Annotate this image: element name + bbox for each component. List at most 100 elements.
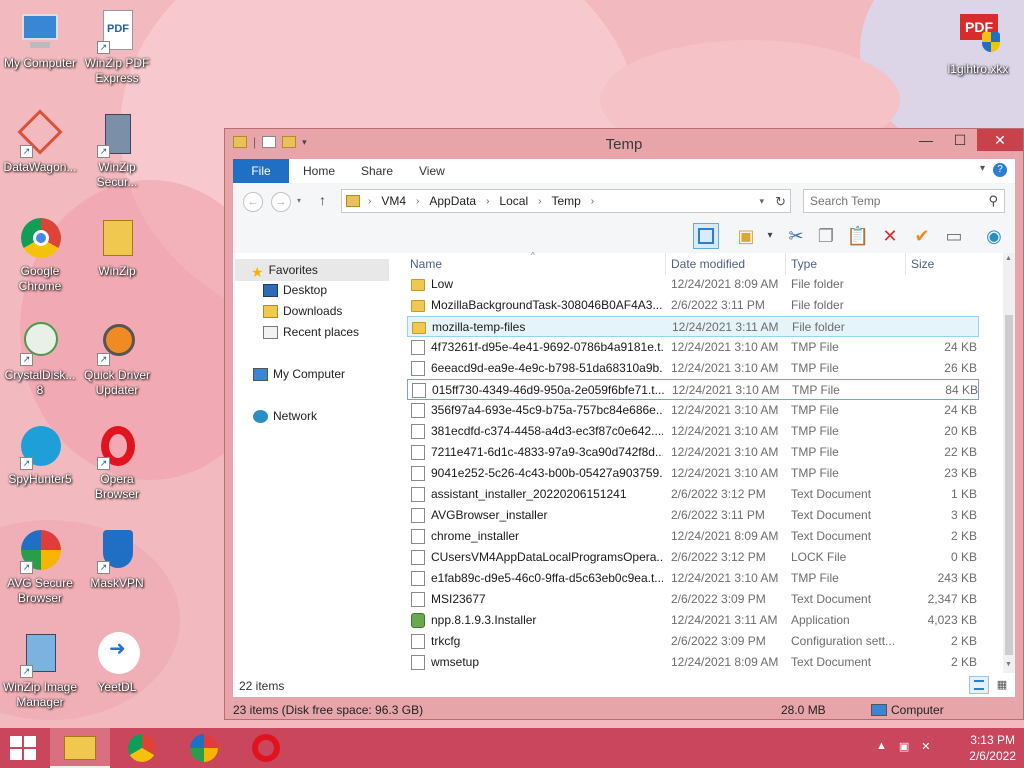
desktop-icon-winzip-pdf-express[interactable]: PDF ↗ WinZip PDF Express bbox=[77, 8, 157, 86]
table-row[interactable]: 9041e252-5c26-4c43-b00b-05427a903759....… bbox=[407, 463, 979, 484]
table-row[interactable]: MozillaBackgroundTask-308046B0AF4A3... 2/… bbox=[407, 295, 979, 316]
desktop-icon-yeetdl[interactable]: ➜ YeetDL bbox=[77, 632, 157, 695]
start-button[interactable] bbox=[10, 736, 36, 760]
sidebar-item-recent-places[interactable]: Recent places bbox=[263, 325, 359, 339]
chevron-right-icon[interactable]: › bbox=[591, 194, 594, 208]
table-row[interactable]: 4f73261f-d95e-4e41-9692-0786b4a9181e.t..… bbox=[407, 337, 979, 358]
desktop-icon-google-chrome[interactable]: Google Chrome bbox=[0, 216, 80, 294]
checkmark-icon[interactable]: ✔ bbox=[909, 223, 935, 249]
search-input[interactable] bbox=[804, 190, 980, 212]
desktop-icon-avg-secure-browser[interactable]: ↗ AVG Secure Browser bbox=[0, 528, 80, 606]
column-header-size[interactable]: Size bbox=[911, 257, 934, 271]
table-row[interactable]: assistant_installer_20220206151241 2/6/20… bbox=[407, 484, 979, 505]
network-status-icon[interactable]: ▣ bbox=[899, 740, 909, 753]
table-row[interactable]: e1fab89c-d9e5-46c0-9ffa-d5c63eb0c9ea.t..… bbox=[407, 568, 979, 589]
table-row[interactable]: npp.8.1.9.3.Installer 12/24/2021 3:11 AM A… bbox=[407, 610, 979, 631]
table-row[interactable]: trkcfg 2/6/2022 3:09 PM Configuration sett… bbox=[407, 631, 979, 652]
column-header-name[interactable]: Name bbox=[410, 257, 442, 271]
close-button[interactable]: ✕ bbox=[977, 129, 1023, 151]
breadcrumb-item[interactable]: AppData bbox=[429, 194, 476, 208]
breadcrumb-item[interactable]: Temp bbox=[551, 194, 580, 208]
desktop-icon-maskvpn[interactable]: ↗ MaskVPN bbox=[77, 528, 157, 591]
search-box[interactable]: ⚲ bbox=[803, 189, 1005, 213]
taskbar-opera[interactable] bbox=[236, 728, 296, 768]
table-row[interactable]: 356f97a4-693e-45c9-b75a-757bc84e686e....… bbox=[407, 400, 979, 421]
column-divider[interactable] bbox=[905, 253, 906, 275]
sidebar-item-my-computer[interactable]: My Computer bbox=[253, 367, 345, 381]
chevron-right-icon[interactable]: › bbox=[368, 194, 371, 208]
taskbar-chrome[interactable] bbox=[112, 728, 172, 768]
chevron-down-icon[interactable]: ▾ bbox=[757, 223, 783, 249]
window-titlebar[interactable]: | ▾ Temp — ☐ ✕ bbox=[225, 129, 1023, 159]
table-row[interactable]: chrome_installer 12/24/2021 8:09 AM Text D… bbox=[407, 526, 979, 547]
table-row[interactable]: 381ecdfd-c374-4458-a4d3-ec3f87c0e642....… bbox=[407, 421, 979, 442]
details-view-button[interactable] bbox=[969, 676, 989, 694]
sidebar-item-favorites[interactable]: ★ Favorites bbox=[235, 259, 389, 281]
sidebar-item-downloads[interactable]: Downloads bbox=[263, 304, 342, 318]
desktop-icon-winzip-secure[interactable]: ↗ WinZip Secur... bbox=[77, 112, 157, 190]
recent-locations-icon[interactable]: ▾ bbox=[297, 196, 301, 205]
desktop-icon-l1gihtro[interactable]: PDF l1gihtro.xkx bbox=[938, 14, 1018, 77]
chevron-right-icon[interactable]: › bbox=[538, 194, 541, 208]
desktop-icon-winzip[interactable]: WinZip bbox=[77, 216, 157, 279]
address-bar[interactable]: › VM4 › AppData › Local › Temp › ▾ ↻ bbox=[341, 189, 791, 213]
breadcrumb-item[interactable]: Local bbox=[499, 194, 528, 208]
preview-pane-icon[interactable] bbox=[693, 223, 719, 249]
table-row[interactable]: AVGBrowser_installer 2/6/2022 3:11 PM Text… bbox=[407, 505, 979, 526]
table-row[interactable]: 6eeacd9d-ea9e-4e9c-b798-51da68310a9b... 1… bbox=[407, 358, 979, 379]
taskbar-file-explorer[interactable] bbox=[50, 728, 110, 768]
back-button[interactable]: ← bbox=[243, 192, 263, 212]
volume-muted-icon[interactable]: ✕ bbox=[921, 740, 930, 753]
table-row[interactable]: 015ff730-4349-46d9-950a-2e059f6bfe71.t..… bbox=[407, 379, 979, 400]
desktop-icon-quick-driver-updater[interactable]: ↗ Quick Driver Updater bbox=[77, 320, 157, 398]
rename-icon[interactable]: ▭ bbox=[941, 223, 967, 249]
refresh-icon[interactable]: ↻ bbox=[775, 194, 786, 210]
search-icon[interactable]: ⚲ bbox=[988, 193, 998, 209]
scroll-up-icon[interactable]: ▲ bbox=[1005, 255, 1012, 262]
vertical-scrollbar[interactable]: ▲ ▼ bbox=[1003, 253, 1015, 673]
cut-icon[interactable]: ✂ bbox=[783, 223, 809, 249]
tab-home[interactable]: Home bbox=[303, 159, 335, 183]
taskbar-avg-browser[interactable] bbox=[174, 728, 234, 768]
table-row[interactable]: MSI23677 2/6/2022 3:09 PM Text Document 2,3… bbox=[407, 589, 979, 610]
column-divider[interactable] bbox=[785, 253, 786, 275]
chevron-up-icon[interactable]: ▲ bbox=[876, 740, 887, 753]
scrollbar-thumb[interactable] bbox=[1005, 315, 1013, 655]
large-icons-view-button[interactable]: ▦ bbox=[993, 676, 1011, 694]
folder-options-icon[interactable]: ▣ bbox=[733, 223, 759, 249]
sidebar-item-desktop[interactable]: Desktop bbox=[263, 283, 327, 297]
breadcrumb-item[interactable]: VM4 bbox=[381, 194, 406, 208]
table-row[interactable]: Low 12/24/2021 8:09 AM File folder bbox=[407, 274, 979, 295]
column-header-type[interactable]: Type bbox=[791, 257, 817, 271]
maximize-button[interactable]: ☐ bbox=[943, 129, 977, 151]
delete-icon[interactable]: ✕ bbox=[877, 223, 903, 249]
desktop-icon-my-computer[interactable]: My Computer bbox=[0, 8, 80, 71]
sidebar-item-network[interactable]: Network bbox=[253, 409, 317, 423]
table-row[interactable]: 7211e471-6d1c-4833-97a9-3ca90d742f8d....… bbox=[407, 442, 979, 463]
chevron-right-icon[interactable]: › bbox=[486, 194, 489, 208]
globe-icon[interactable]: ◉ bbox=[981, 223, 1007, 249]
table-row[interactable]: CUsersVM4AppDataLocalProgramsOpera... 2/6… bbox=[407, 547, 979, 568]
desktop-icon-opera-browser[interactable]: ↗ Opera Browser bbox=[77, 424, 157, 502]
table-row[interactable]: wmsetup 12/24/2021 8:09 AM Text Document 2 … bbox=[407, 652, 979, 673]
column-header-date[interactable]: Date modified bbox=[671, 257, 745, 271]
expand-ribbon-icon[interactable]: ▾ bbox=[980, 163, 985, 174]
chevron-right-icon[interactable]: › bbox=[416, 194, 419, 208]
copy-icon[interactable]: ❐ bbox=[813, 223, 839, 249]
minimize-button[interactable]: — bbox=[909, 129, 943, 151]
help-button[interactable]: ? bbox=[993, 163, 1007, 177]
table-row[interactable]: mozilla-temp-files 12/24/2021 3:11 AM File… bbox=[407, 316, 979, 337]
up-button[interactable]: ↑ bbox=[319, 192, 326, 208]
desktop-icon-winzip-image-manager[interactable]: ↗ WinZip Image Manager bbox=[0, 632, 80, 710]
column-divider[interactable] bbox=[665, 253, 666, 275]
desktop-icon-datawagon[interactable]: ↗ DataWagon... bbox=[0, 109, 80, 175]
tab-view[interactable]: View bbox=[419, 159, 445, 183]
desktop-icon-crystaldisk[interactable]: ↗ CrystalDisk... 8 bbox=[0, 320, 80, 398]
tab-share[interactable]: Share bbox=[361, 159, 393, 183]
address-dropdown-icon[interactable]: ▾ bbox=[759, 196, 764, 207]
scroll-down-icon[interactable]: ▼ bbox=[1005, 661, 1012, 668]
tab-file[interactable]: File bbox=[233, 159, 289, 183]
paste-icon[interactable]: 📋 bbox=[845, 223, 871, 249]
forward-button[interactable]: → bbox=[271, 192, 291, 212]
clock[interactable]: 3:13 PM 2/6/2022 bbox=[969, 732, 1016, 764]
